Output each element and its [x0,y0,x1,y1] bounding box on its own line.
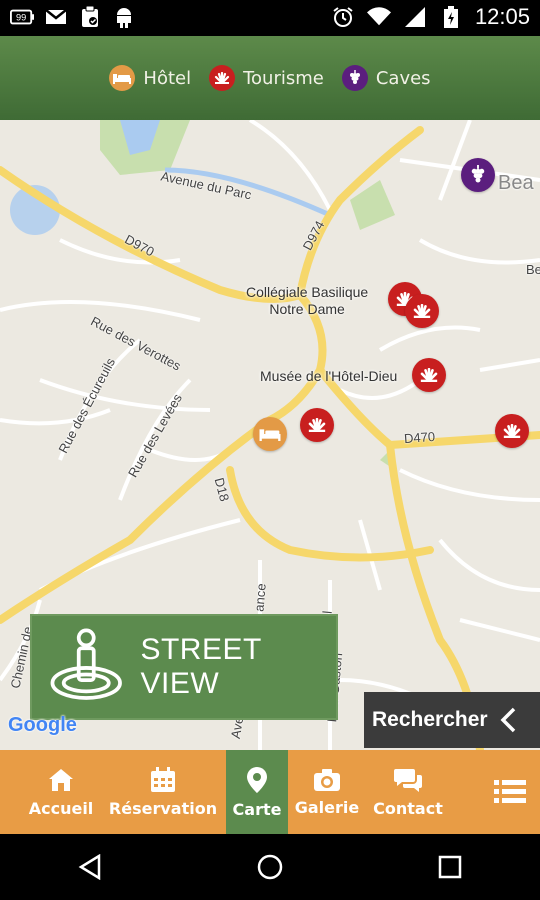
recents-button[interactable] [425,842,475,892]
menu-button[interactable] [480,750,540,834]
home-button[interactable] [245,842,295,892]
google-logo: Google [8,714,77,737]
category-hotel[interactable]: Hôtel [109,65,191,91]
search-button[interactable]: Rechercher [364,692,540,748]
nav-label: Contact [373,798,443,818]
back-button[interactable] [65,842,115,892]
status-bar: 99 12:05 [0,0,540,36]
street-label: Bea [498,172,534,194]
signal-icon [403,6,427,28]
battery-badge: 99 [16,13,26,23]
category-label: Caves [375,67,431,89]
back-triangle-icon [78,854,101,880]
wifi-icon [366,6,391,28]
hotel-marker[interactable] [253,417,287,451]
grapes-icon [471,165,485,183]
nav-label: Galerie [294,797,360,817]
nav-accueil[interactable]: Accueil [22,750,100,834]
poi-label-collegiale: Collégiale Basilique Notre Dame [246,284,369,317]
nav-label: Réservation [108,798,218,818]
fan-icon [209,65,236,91]
street-label: D470 [403,428,436,447]
camera-icon [314,768,340,791]
nav-label: Carte [232,799,282,819]
chevron-left-icon [500,707,515,733]
category-filter-bar: Hôtel Tourisme Caves [0,36,540,120]
tourism-marker[interactable] [412,358,446,392]
gmail-icon [44,6,68,28]
category-caves[interactable]: Caves [341,65,431,91]
street-label: Be [526,262,540,277]
clipboard-icon [78,6,102,28]
chat-icon [394,768,422,792]
home-circle-icon [257,854,283,880]
android-icon [112,6,136,28]
nav-label: Accueil [28,798,94,818]
street-view-person-icon [50,628,122,700]
bed-icon [109,65,136,91]
recents-square-icon [438,855,462,879]
street-view-label: STREET VIEW [140,633,262,700]
fan-icon [420,368,438,382]
android-navigation-bar [0,834,540,900]
grapes-icon [341,65,368,91]
clock: 12:05 [474,4,530,29]
calendar-icon [151,766,175,792]
nav-contact[interactable]: Contact [366,750,450,834]
map-view[interactable]: Avenue du Parc D970 D974 D470 D18 Rue de… [0,120,540,750]
tourism-marker[interactable] [405,294,439,328]
fan-icon [413,304,431,318]
nav-reservation[interactable]: Réservation [100,750,226,834]
nav-galerie[interactable]: Galerie [288,750,366,834]
poi-label-musee: Musée de l'Hôtel-Dieu [260,368,398,384]
category-label: Hôtel [143,67,192,89]
battery-icon [439,6,463,28]
bed-icon [259,429,281,441]
home-icon [49,768,73,791]
tourism-marker[interactable] [495,414,529,448]
nav-carte[interactable]: Carte [226,750,288,834]
battery-99-icon: 99 [10,6,34,28]
tourism-marker[interactable] [300,408,334,442]
list-menu-icon [494,780,526,803]
category-label: Tourisme [243,67,324,89]
search-label: Rechercher [372,708,488,731]
cave-marker[interactable] [461,158,495,192]
street-label: ance [251,582,269,613]
category-tourisme[interactable]: Tourisme [209,65,324,91]
bottom-nav: Accueil Réservation Carte Galerie Contac… [0,750,540,834]
alarm-icon [331,6,355,28]
fan-icon [308,418,326,432]
street-view-button[interactable]: STREET VIEW [30,614,338,720]
google-logo-text: Google [8,714,77,736]
fan-icon [503,424,521,438]
map-pin-icon [247,766,267,793]
